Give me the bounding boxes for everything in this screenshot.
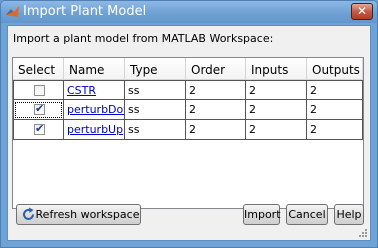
cancel-button[interactable]: Cancel: [286, 204, 328, 225]
inputs-cell: 2: [246, 120, 307, 140]
inputs-cell: 2: [246, 100, 307, 120]
import-button[interactable]: Import: [243, 204, 281, 225]
select-checkbox[interactable]: [34, 102, 45, 115]
select-checkbox[interactable]: [34, 85, 45, 96]
outputs-cell: 2: [307, 120, 363, 140]
column-header-order[interactable]: Order: [186, 58, 246, 80]
refresh-icon: [23, 207, 34, 220]
refresh-workspace-button[interactable]: Refresh workspace: [16, 204, 141, 225]
order-cell: 2: [186, 100, 246, 120]
column-header-select[interactable]: Select: [13, 58, 64, 80]
select-cell[interactable]: [13, 80, 64, 100]
title-bar[interactable]: Import Plant Model ✕: [1, 1, 377, 23]
inputs-cell: 2: [246, 80, 307, 100]
name-cell[interactable]: CSTR: [64, 80, 125, 100]
model-name-link[interactable]: perturbDov: [67, 103, 124, 116]
name-cell[interactable]: perturbUp: [64, 120, 125, 140]
resize-grip-icon[interactable]: [358, 228, 368, 238]
type-cell: ss: [125, 120, 186, 140]
order-cell: 2: [186, 80, 246, 100]
help-button[interactable]: Help: [334, 204, 364, 225]
model-name-link[interactable]: perturbUp: [67, 123, 123, 136]
close-button[interactable]: ✕: [351, 3, 373, 20]
refresh-workspace-label: Refresh workspace: [35, 208, 140, 221]
model-name-link[interactable]: CSTR: [67, 84, 96, 97]
dialog-body: Import a plant model from MATLAB Workspa…: [7, 25, 371, 241]
window-title: Import Plant Model: [23, 4, 147, 19]
prompt-label: Import a plant model from MATLAB Workspa…: [13, 32, 274, 45]
outputs-cell: 2: [307, 80, 363, 100]
order-cell: 2: [186, 120, 246, 140]
type-cell: ss: [125, 100, 186, 120]
select-cell[interactable]: [13, 100, 64, 120]
matlab-logo-icon: [6, 6, 19, 17]
column-header-type[interactable]: Type: [125, 58, 186, 80]
plant-model-table: Select Name Type Order Inputs Outputs CS…: [12, 57, 364, 209]
column-header-outputs[interactable]: Outputs: [307, 58, 363, 80]
name-cell[interactable]: perturbDov: [64, 100, 125, 120]
outputs-cell: 2: [307, 100, 363, 120]
column-header-inputs[interactable]: Inputs: [246, 58, 307, 80]
select-cell[interactable]: [13, 120, 64, 140]
import-plant-model-window: Import Plant Model ✕ Import a plant mode…: [0, 0, 378, 248]
select-checkbox[interactable]: [34, 122, 45, 135]
column-header-name[interactable]: Name: [64, 58, 125, 80]
type-cell: ss: [125, 80, 186, 100]
